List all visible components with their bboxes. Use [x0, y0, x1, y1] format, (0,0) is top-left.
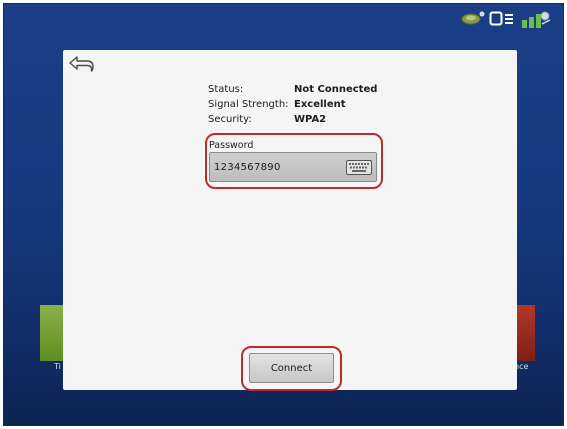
keyboard-icon[interactable] — [346, 160, 372, 175]
gps-signal-icon[interactable] — [460, 10, 486, 26]
password-value: 1234567890 — [214, 162, 281, 173]
network-info: Status: Not Connected Signal Strength: E… — [208, 82, 377, 127]
wifi-connect-dialog: Status: Not Connected Signal Strength: E… — [63, 50, 517, 391]
app-screen: Ti nce Status: Not Connected Signal Stre… — [3, 3, 564, 426]
status-value: Not Connected — [294, 84, 378, 95]
signal-strength-value: Excellent — [294, 99, 346, 110]
security-value: WPA2 — [294, 114, 327, 125]
password-label: Password — [209, 140, 254, 151]
gnss-satellite-icon[interactable] — [520, 10, 552, 30]
signal-strength-label: Signal Strength: — [208, 99, 289, 110]
security-row: Security: WPA2 — [208, 112, 377, 127]
security-label: Security: — [208, 114, 252, 125]
status-row: Status: Not Connected — [208, 82, 377, 97]
sync-icon[interactable] — [489, 10, 515, 28]
password-field[interactable]: 1234567890 — [209, 152, 377, 182]
connect-button[interactable]: Connect — [249, 353, 334, 383]
back-arrow-icon[interactable] — [67, 54, 95, 74]
status-label: Status: — [208, 84, 244, 95]
background-tile-label-left: Ti — [54, 362, 61, 371]
signal-strength-row: Signal Strength: Excellent — [208, 97, 377, 112]
